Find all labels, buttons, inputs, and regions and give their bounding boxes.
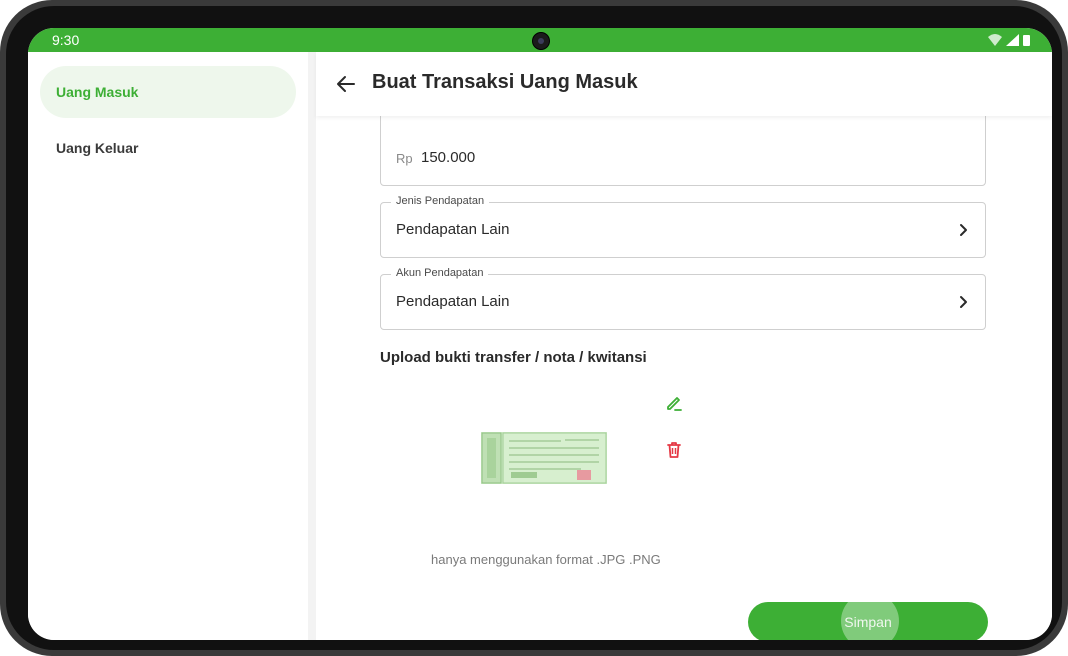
chevron-right-icon xyxy=(960,296,967,308)
amount-value: 150.000 xyxy=(421,149,476,166)
signal-icon xyxy=(1006,34,1019,46)
income-type-label: Jenis Pendapatan xyxy=(391,195,490,207)
sidebar-item-uang-masuk[interactable]: Uang Masuk xyxy=(40,66,296,118)
page-title: Buat Transaksi Uang Masuk xyxy=(372,71,638,93)
trash-icon[interactable] xyxy=(664,440,684,460)
save-button[interactable]: Simpan xyxy=(748,602,988,640)
system-icons xyxy=(986,33,1032,52)
income-account-value: Pendapatan Lain xyxy=(396,293,510,310)
wifi-icon xyxy=(988,34,1002,46)
back-arrow-icon xyxy=(337,76,355,92)
sidebar-item-uang-keluar[interactable]: Uang Keluar xyxy=(40,122,296,174)
sidebar-divider xyxy=(308,52,316,640)
screen: 9:30 Uang Masuk Uang Keluar Buat Transak… xyxy=(28,28,1052,640)
tablet-frame: 9:30 Uang Masuk Uang Keluar Buat Transak… xyxy=(0,0,1068,656)
income-account-label: Akun Pendapatan xyxy=(391,267,489,279)
sidebar-item-label: Uang Masuk xyxy=(56,84,139,100)
uploaded-receipt-thumbnail[interactable] xyxy=(481,432,607,484)
page-header: Buat Transaksi Uang Masuk xyxy=(316,52,1052,116)
income-type-field[interactable]: Jenis Pendapatan Pendapatan Lain xyxy=(380,195,986,258)
battery-icon xyxy=(1023,35,1030,46)
status-bar: 9:30 xyxy=(28,28,1052,52)
currency-prefix: Rp xyxy=(396,151,413,166)
income-account-field[interactable]: Akun Pendapatan Pendapatan Lain xyxy=(380,267,986,330)
sidebar-item-label: Uang Keluar xyxy=(56,140,139,156)
back-button[interactable] xyxy=(332,70,360,98)
upload-section-title: Upload bukti transfer / nota / kwitansi xyxy=(380,349,647,366)
upload-format-hint: hanya menggunakan format .JPG .PNG xyxy=(431,552,661,567)
tablet-bezel: 9:30 Uang Masuk Uang Keluar Buat Transak… xyxy=(6,6,1062,650)
income-type-value: Pendapatan Lain xyxy=(396,221,510,238)
status-time: 9:30 xyxy=(52,32,80,48)
sidebar: Uang Masuk Uang Keluar xyxy=(28,52,308,640)
save-button-label: Simpan xyxy=(844,614,892,630)
edit-pencil-icon[interactable] xyxy=(664,393,684,413)
chevron-right-icon xyxy=(960,224,967,236)
main-content: Buat Transaksi Uang Masuk Rp 150.000 Jen… xyxy=(316,52,1052,640)
front-camera xyxy=(532,32,550,50)
